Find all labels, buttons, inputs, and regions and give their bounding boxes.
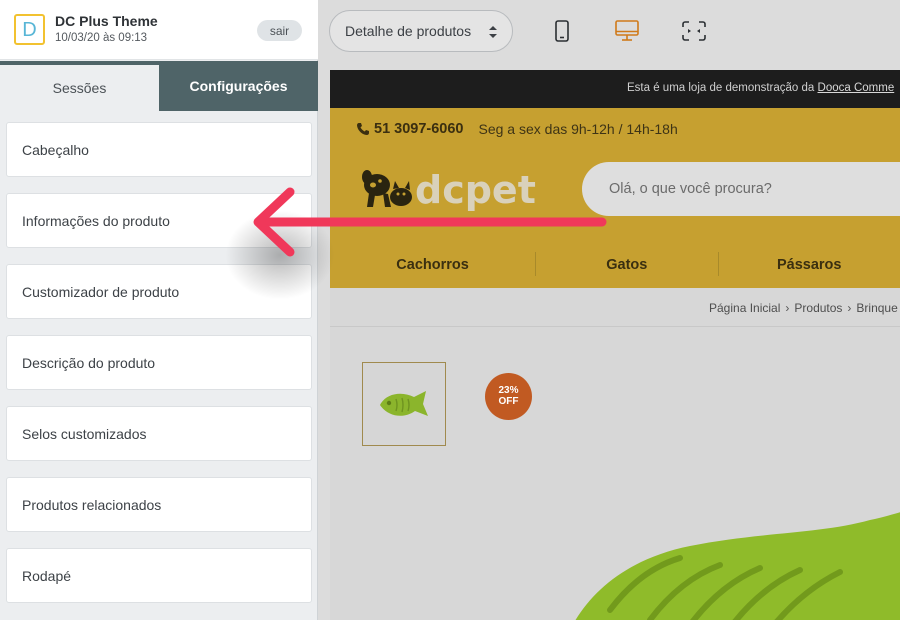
discount-badge: 23% OFF: [485, 373, 532, 420]
store-preview: Esta é uma loja de demonstração da Dooca…: [330, 70, 900, 620]
theme-logo-letter: D: [22, 18, 37, 41]
breadcrumb-products[interactable]: Produtos: [794, 301, 842, 315]
phone-icon: [357, 123, 369, 135]
divider: [330, 326, 900, 327]
fullscreen-view-button[interactable]: [679, 16, 709, 46]
page-select-value: Detalhe de produtos: [345, 23, 472, 39]
nav-item-birds[interactable]: Pássaros: [718, 241, 900, 288]
breadcrumb-toys[interactable]: Brinque: [856, 301, 897, 315]
demo-notice-bar: Esta é uma loja de demonstração da Dooca…: [330, 70, 900, 108]
contact-row: 51 3097-6060 Seg a sex das 9h-12h / 14h-…: [356, 121, 678, 137]
theme-header: D DC Plus Theme 10/03/20 às 09:13 sair: [0, 0, 318, 60]
section-item-product-description[interactable]: Descrição do produto: [6, 335, 312, 390]
theme-logo: D: [14, 14, 45, 45]
chevron-right-icon: ›: [847, 301, 852, 315]
page-select[interactable]: Detalhe de produtos: [329, 10, 513, 52]
select-arrows-icon: [489, 26, 497, 38]
discount-value: 23%: [498, 385, 519, 396]
panel-tabs: Sessões Configurações: [0, 61, 318, 111]
section-item-related-products[interactable]: Produtos relacionados: [6, 477, 312, 532]
fish-toy-thumbnail-image: [380, 391, 428, 416]
tab-configurations[interactable]: Configurações: [159, 61, 318, 111]
section-item-custom-seals[interactable]: Selos customizados: [6, 406, 312, 461]
mobile-icon: [555, 20, 569, 42]
section-item-footer[interactable]: Rodapé: [6, 548, 312, 603]
desktop-view-button[interactable]: [612, 16, 642, 46]
store-search-input[interactable]: Olá, o que você procura?: [582, 162, 900, 216]
mobile-view-button[interactable]: [547, 16, 577, 46]
tab-sessions[interactable]: Sessões: [0, 61, 159, 111]
store-phone[interactable]: 51 3097-6060: [374, 121, 464, 137]
product-thumbnail[interactable]: [362, 362, 446, 446]
demo-notice-link[interactable]: Dooca Comme: [818, 82, 895, 94]
theme-name: DC Plus Theme: [55, 13, 158, 29]
annotation-arrow-icon: [253, 187, 607, 257]
discount-label: OFF: [498, 395, 519, 407]
section-item-header[interactable]: Cabeçalho: [6, 122, 312, 177]
fullscreen-icon: [682, 21, 706, 41]
preview-toolbar: Detalhe de produtos: [319, 0, 900, 60]
store-hours: Seg a sex das 9h-12h / 14h-18h: [478, 121, 678, 137]
logout-button[interactable]: sair: [257, 20, 302, 41]
breadcrumb: Página Inicial › Produtos › Brinque: [709, 301, 898, 315]
chevron-right-icon: ›: [785, 301, 790, 315]
demo-notice-text: Esta é uma loja de demonstração da: [627, 82, 815, 94]
desktop-icon: [615, 20, 639, 41]
editor-sidebar: D DC Plus Theme 10/03/20 às 09:13 sair S…: [0, 0, 318, 620]
product-main-image: [575, 512, 900, 620]
theme-date: 10/03/20 às 09:13: [55, 32, 148, 44]
breadcrumb-home[interactable]: Página Inicial: [709, 301, 780, 315]
demo-notice: Esta é uma loja de demonstração da Dooca…: [627, 82, 894, 94]
